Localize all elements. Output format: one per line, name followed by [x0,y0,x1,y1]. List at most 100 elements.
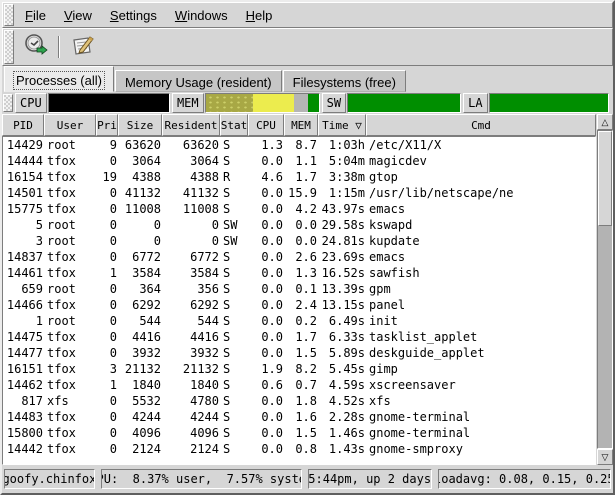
cpu-monitor-bar [48,93,170,113]
mem-monitor-label[interactable]: MEM [172,93,204,113]
menu-view[interactable]: View [55,5,101,26]
vertical-scrollbar: △ ▽ [597,114,613,465]
table-cell: /etc/X11/X [367,137,595,153]
table-row[interactable]: 14483tfox042444244S0.01.62.28sgnome-term… [3,409,595,425]
table-row[interactable]: 659root0364356S0.00.113.39sgpm [3,281,595,297]
column-header-user[interactable]: User [44,114,96,136]
monitor-segment [49,94,169,112]
table-cell: 15.9 [285,185,319,201]
table-cell: 3 [3,233,45,249]
menu-file[interactable]: File [16,5,55,26]
table-cell: 0 [97,153,119,169]
table-cell: 14483 [3,409,45,425]
menubar: File View Settings Windows Help [2,2,613,28]
cpu-monitor-label[interactable]: CPU [15,93,47,113]
table-cell: 11008 [119,201,163,217]
table-cell: 43.97s [319,201,367,217]
column-header-cmd[interactable]: Cmd [366,114,596,136]
menu-help[interactable]: Help [237,5,282,26]
table-cell: 1.6 [285,409,319,425]
table-row[interactable]: 14477tfox039323932S0.01.55.89sdeskguide_… [3,345,595,361]
table-cell: S [221,409,249,425]
table-cell: 0.0 [249,217,285,233]
table-row[interactable]: 14501tfox04113241132S0.015.91:15m/usr/li… [3,185,595,201]
note-edit-button[interactable] [66,32,100,62]
column-header-pid[interactable]: PID [2,114,44,136]
table-row[interactable]: 14429root96362063620S1.38.71:03h/etc/X11… [3,137,595,153]
column-header-cpu[interactable]: CPU [248,114,284,136]
table-cell: 14477 [3,345,45,361]
table-row[interactable]: 14442tfox021242124S0.00.81.43sgnome-smpr… [3,441,595,457]
table-cell: 0.0 [249,441,285,457]
loadavg-monitor-bar [489,93,609,113]
table-cell: 63620 [163,137,221,153]
table-cell: 544 [119,313,163,329]
table-cell: 0.0 [249,425,285,441]
scroll-up-button[interactable]: △ [597,114,613,130]
table-row[interactable]: 14461tfox135843584S0.01.316.52ssawfish [3,265,595,281]
table-row[interactable]: 15775tfox01100811008S0.04.243.97semacs [3,201,595,217]
swap-monitor-label[interactable]: SW [322,93,346,113]
loadavg-monitor-label[interactable]: LA [463,93,487,113]
column-header-size[interactable]: Size [118,114,162,136]
table-cell: S [221,441,249,457]
table-row[interactable]: 14475tfox044164416S0.01.76.33stasklist_a… [3,329,595,345]
table-row[interactable]: 16151tfox32113221132S1.98.25.45sgimp [3,361,595,377]
clock-run-button[interactable] [18,32,52,62]
scroll-down-button[interactable]: ▽ [597,449,613,465]
table-cell: gnome-terminal [367,425,595,441]
table-cell: magicdev [367,153,595,169]
table-cell: 1:03h [319,137,367,153]
table-cell: 0.6 [249,377,285,393]
table-row[interactable]: 817xfs055324780S0.01.84.52sxfs [3,393,595,409]
table-cell: tfox [45,153,97,169]
table-cell: S [221,377,249,393]
scrollbar-track[interactable] [597,130,613,449]
table-row[interactable]: 14837tfox067726772S0.02.623.69semacs [3,249,595,265]
table-row[interactable]: 14466tfox062926292S0.02.413.15spanel [3,297,595,313]
table-row[interactable]: 16154tfox1943884388R4.61.73:38mgtop [3,169,595,185]
table-cell: 5:04m [319,153,367,169]
table-cell: 14475 [3,329,45,345]
table-cell: deskguide_applet [367,345,595,361]
note-edit-icon [70,32,96,63]
tab-memory-usage[interactable]: Memory Usage (resident) [115,70,282,92]
tab-label: Filesystems (free) [293,75,396,90]
column-header-resident[interactable]: Resident [162,114,220,136]
column-header-pri[interactable]: Pri [96,114,118,136]
table-cell: 0 [119,233,163,249]
table-cell: 364 [119,281,163,297]
table-row[interactable]: 14462tfox118401840S0.60.74.59sxscreensav… [3,377,595,393]
table-cell: 0 [97,313,119,329]
tab-label: Processes (all) [14,72,104,89]
table-cell: xscreensaver [367,377,595,393]
toolbar-grip-handle[interactable] [4,30,14,64]
table-cell: emacs [367,201,595,217]
table-row[interactable]: 3root000SW0.00.024.81skupdate [3,233,595,249]
table-row[interactable]: 5root000SW0.00.029.58skswapd [3,217,595,233]
table-cell: 0 [163,217,221,233]
column-header-mem[interactable]: MEM [284,114,318,136]
toolbar-separator [58,36,60,58]
menu-settings[interactable]: Settings [101,5,166,26]
column-header-stat[interactable]: Stat [220,114,248,136]
table-row[interactable]: 14444tfox030643064S0.01.15:04mmagicdev [3,153,595,169]
table-row[interactable]: 1root0544544S0.00.26.49sinit [3,313,595,329]
tab-filesystems[interactable]: Filesystems (free) [283,70,406,92]
menubar-grip-handle[interactable] [4,4,14,26]
table-cell: tfox [45,169,97,185]
scrollbar-thumb[interactable] [598,131,612,226]
monitor-grip-handle[interactable] [3,94,13,112]
table-row[interactable]: 15800tfox040964096S0.01.51.46sgnome-term… [3,425,595,441]
table-cell: 0.0 [249,329,285,345]
menu-windows[interactable]: Windows [166,5,237,26]
table-cell: 1:15m [319,185,367,201]
table-cell: kswapd [367,217,595,233]
table-cell: S [221,265,249,281]
table-cell: S [221,345,249,361]
table-cell: 1 [3,313,45,329]
column-header-time[interactable]: Time ▽ [318,114,366,136]
table-cell: 0.7 [285,377,319,393]
table-cell: 5.89s [319,345,367,361]
tab-processes[interactable]: Processes (all) [4,66,114,92]
